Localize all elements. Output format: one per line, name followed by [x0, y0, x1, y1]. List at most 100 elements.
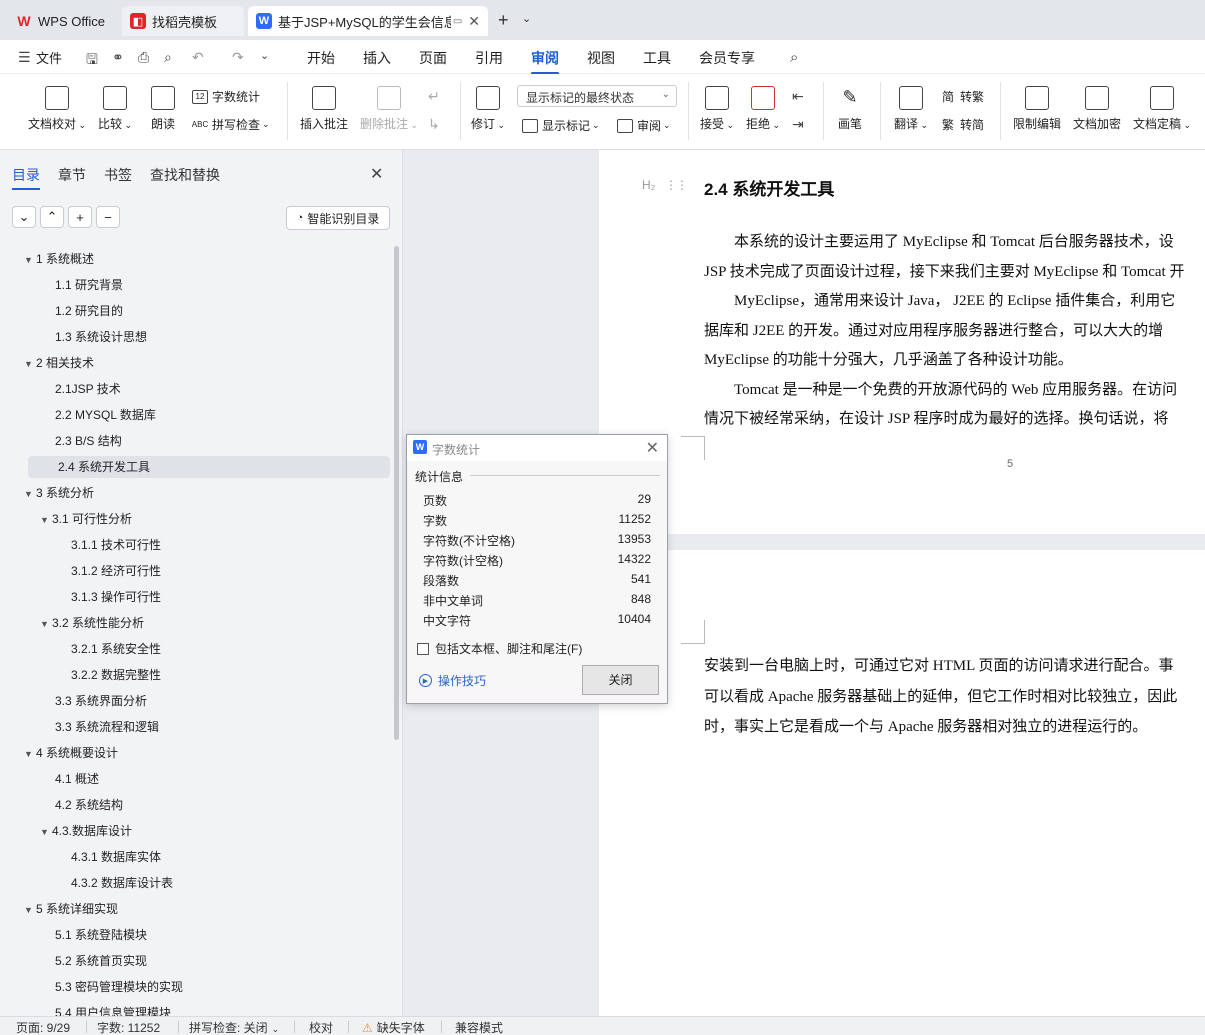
menu-member[interactable]: 会员专享 — [699, 48, 755, 68]
finalize-button[interactable]: 文档定稿 ⌄ — [1133, 86, 1191, 132]
status-proof[interactable]: 校对 — [309, 1019, 333, 1035]
tab-find-replace[interactable]: 查找和替换 — [150, 165, 220, 185]
paragraph-line[interactable]: 安装到一台电脑上时，可通过它对 HTML 页面的访问请求进行配合。事 — [704, 654, 1173, 675]
redo-icon[interactable]: ↷ — [232, 49, 244, 66]
menu-review[interactable]: 审阅 — [531, 48, 559, 75]
revise-button[interactable]: 修订 ⌄ — [471, 86, 505, 132]
checkbox-box[interactable] — [417, 642, 429, 655]
toc-item[interactable]: 4.2 系统结构 — [40, 794, 123, 816]
show-markup-button[interactable]: 显示标记 ⌄ — [522, 117, 600, 134]
pen-button[interactable]: ✎ 画笔 — [838, 86, 862, 132]
menu-file[interactable]: 文件 — [36, 48, 62, 67]
toc-item[interactable]: 2.1JSP 技术 — [40, 378, 121, 400]
tab-bookmarks[interactable]: 书签 — [104, 165, 132, 185]
paragraph-line[interactable]: MyEclipse 的功能十分强大，几乎涵盖了各种设计功能。 — [704, 348, 1073, 369]
include-textbox-checkbox[interactable]: 包括文本框、脚注和尾注(F) — [417, 640, 582, 657]
markup-state-select[interactable]: 显示标记的最终状态 ⌄ — [517, 85, 677, 107]
expand-all-button[interactable]: ⌄ — [12, 206, 36, 228]
review-pane-button[interactable]: 审阅 ⌄ — [617, 117, 671, 134]
spell-check-button[interactable]: ABC 拼写检查 ⌄ — [192, 116, 270, 133]
insert-comment-button[interactable]: 插入批注 — [300, 86, 348, 132]
next-change-icon[interactable]: ⇥ — [792, 116, 804, 133]
remove-heading-button[interactable]: − — [96, 206, 120, 228]
to-traditional-button[interactable]: 简 转繁 — [940, 88, 984, 105]
collapse-all-button[interactable]: ⌃ — [40, 206, 64, 228]
share-icon[interactable]: ⚭ — [112, 49, 124, 66]
menu-insert[interactable]: 插入 — [363, 48, 391, 68]
sidebar-scrollbar[interactable] — [394, 246, 399, 740]
toc-item[interactable]: 2.2 MYSQL 数据库 — [40, 404, 156, 426]
paragraph-line[interactable]: JSP 技术完成了页面设计过程，接下来我们主要对 MyEclipse 和 Tom… — [704, 260, 1184, 281]
toc-item[interactable]: ▼ 1 系统概述 — [24, 248, 94, 270]
hamburger-icon[interactable]: ☰ — [18, 49, 31, 66]
print-preview-icon[interactable]: ⌕ — [164, 49, 172, 66]
paragraph-line[interactable]: 时，事实上它是看成一个与 Apache 服务器相对独立的进程运行的。 — [704, 715, 1147, 736]
new-tab-icon[interactable]: + — [498, 10, 509, 31]
toc-item[interactable]: 3.3 系统界面分析 — [40, 690, 147, 712]
read-aloud-button[interactable]: 朗读 — [151, 86, 175, 132]
toc-item[interactable]: ▼ 3.1 可行性分析 — [40, 508, 132, 530]
tab-template[interactable]: ◧ 找稻壳模板 — [122, 6, 244, 36]
paragraph-line[interactable]: 可以看成 Apache 服务器基础上的延伸，但它工作时相对比较独立，因此 — [704, 685, 1177, 706]
compare-button[interactable]: 比较 ⌄ — [98, 86, 132, 132]
menu-page[interactable]: 页面 — [419, 48, 447, 68]
expand-caret-icon[interactable]: ▼ — [24, 899, 36, 921]
toc-item[interactable]: 3.1.1 技术可行性 — [56, 534, 161, 556]
toc-item[interactable]: ▼ 2 相关技术 — [24, 352, 94, 374]
heading-level-marker[interactable]: H₂ — [642, 178, 655, 192]
toc-item[interactable]: ▼ 5 系统详细实现 — [24, 898, 118, 920]
toc-item[interactable]: 5.4 用户信息管理模块 — [40, 1002, 171, 1016]
toc-item[interactable]: ▼ 4.3.数据库设计 — [40, 820, 132, 842]
encrypt-button[interactable]: 文档加密 — [1073, 86, 1121, 132]
search-icon[interactable]: ⌕ — [790, 49, 798, 66]
restrict-edit-button[interactable]: 限制编辑 — [1013, 86, 1061, 132]
toc-item[interactable]: 3.1.3 操作可行性 — [56, 586, 161, 608]
status-missing-font[interactable]: ⚠ 缺失字体 — [362, 1019, 425, 1035]
toc-item[interactable]: 1.2 研究目的 — [40, 300, 123, 322]
status-words[interactable]: 字数: 11252 — [97, 1019, 160, 1035]
dialog-titlebar[interactable]: W 字数统计 ✕ — [407, 435, 667, 461]
expand-caret-icon[interactable]: ▼ — [40, 613, 52, 635]
toc-item[interactable]: 3.1.2 经济可行性 — [56, 560, 161, 582]
toc-item[interactable]: 3.3 系统流程和逻辑 — [40, 716, 159, 738]
toc-item[interactable]: 5.1 系统登陆模块 — [40, 924, 147, 946]
save-icon[interactable]: 🖫 — [86, 49, 98, 73]
toc-item[interactable]: 2.3 B/S 结构 — [40, 430, 122, 452]
close-icon[interactable]: ✕ — [646, 438, 659, 458]
expand-caret-icon[interactable]: ▼ — [24, 353, 36, 375]
expand-caret-icon[interactable]: ▼ — [24, 483, 36, 505]
translate-button[interactable]: 翻译 ⌄ — [894, 86, 928, 132]
paragraph-line[interactable]: 情况下被经常采纳，在设计 JSP 程序时成为最好的选择。换句话说，将 — [704, 407, 1168, 428]
paragraph-line[interactable]: 本系统的设计主要运用了 MyEclipse 和 Tomcat 后台服务器技术，设 — [704, 230, 1174, 251]
tab-chapters[interactable]: 章节 — [58, 165, 86, 185]
smart-toc-button[interactable]: ◔ 智能识别目录 — [286, 206, 390, 230]
to-simplified-button[interactable]: 繁 转简 — [940, 116, 984, 133]
close-button[interactable]: 关闭 — [582, 665, 659, 695]
tab-wps-office[interactable]: W WPS Office — [8, 6, 116, 36]
toc-item[interactable]: 4.3.1 数据库实体 — [56, 846, 161, 868]
expand-caret-icon[interactable]: ▼ — [40, 821, 52, 843]
toc-item[interactable]: ▼ 3.2 系统性能分析 — [40, 612, 144, 634]
expand-caret-icon[interactable]: ▼ — [40, 509, 52, 531]
toc-item[interactable]: 2.4 系统开发工具 — [28, 456, 390, 478]
toc-item[interactable]: ▼ 4 系统概要设计 — [24, 742, 118, 764]
previous-change-icon[interactable]: ⇤ — [792, 88, 804, 105]
next-comment-icon[interactable]: ↳ — [428, 116, 440, 133]
close-icon[interactable]: ✕ — [370, 164, 383, 184]
word-count-button[interactable]: 12 字数统计 — [192, 88, 260, 105]
print-icon[interactable]: ⎙ — [138, 49, 149, 66]
toc-item[interactable]: 5.3 密码管理模块的实现 — [40, 976, 183, 998]
paragraph-line[interactable]: MyEclipse，通常用来设计 Java， J2EE 的 Eclipse 插件… — [704, 289, 1175, 310]
chevron-down-icon[interactable]: ⌄ — [260, 49, 269, 62]
menu-tools[interactable]: 工具 — [643, 48, 671, 68]
status-page[interactable]: 页面: 9/29 — [16, 1019, 70, 1035]
menu-view[interactable]: 视图 — [587, 48, 615, 68]
tips-link[interactable]: ▶ 操作技巧 — [419, 672, 486, 689]
accept-button[interactable]: 接受 ⌄ — [700, 86, 734, 132]
undo-icon[interactable]: ↶ — [192, 49, 204, 66]
toc-item[interactable]: 4.1 概述 — [40, 768, 99, 790]
menu-home[interactable]: 开始 — [307, 48, 335, 68]
doc-check-button[interactable]: 文档校对 ⌄ — [28, 86, 86, 132]
toc-item[interactable]: 4.3.2 数据库设计表 — [56, 872, 173, 894]
expand-caret-icon[interactable]: ▼ — [24, 743, 36, 765]
